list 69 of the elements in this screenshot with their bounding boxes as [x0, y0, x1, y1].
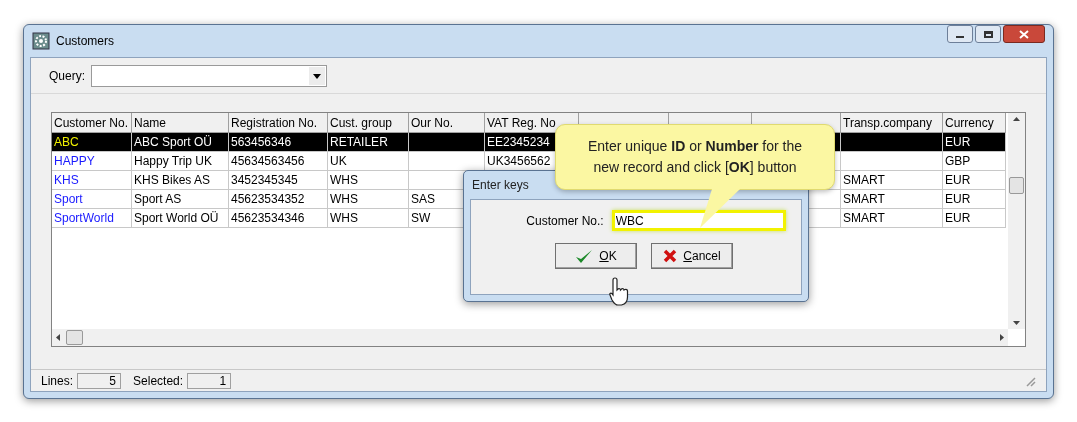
table-cell: SMART [843, 173, 885, 187]
table-cell: Happy Trip UK [134, 154, 213, 168]
column-header[interactable]: Transp.company [843, 116, 932, 130]
cancel-button[interactable]: Cancel [651, 243, 733, 269]
table-cell: ABC [54, 135, 79, 149]
close-button[interactable] [1003, 25, 1045, 43]
scrollbar-thumb[interactable] [1009, 177, 1024, 194]
horizontal-scrollbar[interactable] [52, 329, 1008, 346]
table-cell: RETAILER [330, 135, 388, 149]
table-cell: SMART [843, 192, 885, 206]
cross-icon [663, 249, 678, 263]
table-cell: Sport World OÜ [134, 211, 219, 225]
table-cell: Sport AS [134, 192, 182, 206]
column-header[interactable]: VAT Reg. No [487, 116, 556, 130]
column-header[interactable]: Customer No. [54, 116, 129, 130]
table-cell: WHS [330, 192, 358, 206]
table-cell: ABC Sport OÜ [134, 135, 213, 149]
lines-count: 5 [77, 372, 122, 389]
query-label: Query: [49, 67, 85, 85]
scrollbar-thumb[interactable] [66, 330, 83, 345]
field-label: Customer No.: [526, 212, 604, 230]
customer-number-field[interactable]: WBC [611, 210, 786, 231]
table-cell: WHS [330, 173, 358, 187]
table-cell: 45634563456 [231, 154, 305, 168]
table-cell: UK [330, 154, 347, 168]
checkmark-icon [575, 248, 594, 264]
table-cell: SW [411, 211, 431, 225]
column-header[interactable]: Our No. [411, 116, 453, 130]
table-cell: 3452345345 [231, 173, 298, 187]
maximize-button[interactable] [975, 25, 1001, 43]
scroll-up-icon [1013, 117, 1020, 121]
close-icon [1019, 29, 1029, 39]
column-header[interactable]: Registration No. [231, 116, 318, 130]
table-cell: EUR [945, 173, 971, 187]
table-cell: KHS [54, 173, 79, 187]
table-cell: SportWorld [54, 211, 114, 225]
table-cell: UK3456562 [487, 154, 551, 168]
scroll-right-icon [1000, 334, 1004, 341]
scroll-down-icon [1013, 321, 1020, 325]
table-cell: HAPPY [54, 154, 95, 168]
table-cell: GBP [945, 154, 971, 168]
resize-grip-icon [1024, 374, 1036, 387]
query-dropdown[interactable] [91, 64, 327, 87]
column-header[interactable]: Cust. group [330, 116, 393, 130]
table-cell: SAS [411, 192, 435, 206]
ok-button[interactable]: OK [555, 243, 637, 269]
gear-icon [32, 32, 50, 50]
selected-count: 1 [187, 372, 232, 389]
table-cell: KHS Bikes AS [134, 173, 211, 187]
table-cell: 563456346 [231, 135, 292, 149]
selected-label: Selected: [133, 372, 184, 390]
minimize-button[interactable] [947, 25, 973, 43]
window-title: Customers [56, 33, 114, 50]
hand-cursor-icon [609, 276, 631, 308]
table-cell: Sport [54, 192, 83, 206]
table-cell: EE2345234 [487, 135, 550, 149]
table-cell: EUR [945, 192, 971, 206]
table-cell: EUR [945, 135, 971, 149]
lines-label: Lines: [41, 372, 74, 390]
dialog-title: Enter keys [472, 177, 529, 194]
table-cell: SMART [843, 211, 885, 225]
table-cell: 45623534352 [231, 192, 305, 206]
vertical-scrollbar[interactable] [1008, 113, 1025, 329]
table-cell: WHS [330, 211, 358, 225]
scroll-left-icon [56, 334, 60, 341]
column-header[interactable]: Name [134, 116, 166, 130]
table-cell: EUR [945, 211, 971, 225]
table-cell: 45623534346 [231, 211, 305, 225]
column-header[interactable]: Currency [945, 116, 994, 130]
